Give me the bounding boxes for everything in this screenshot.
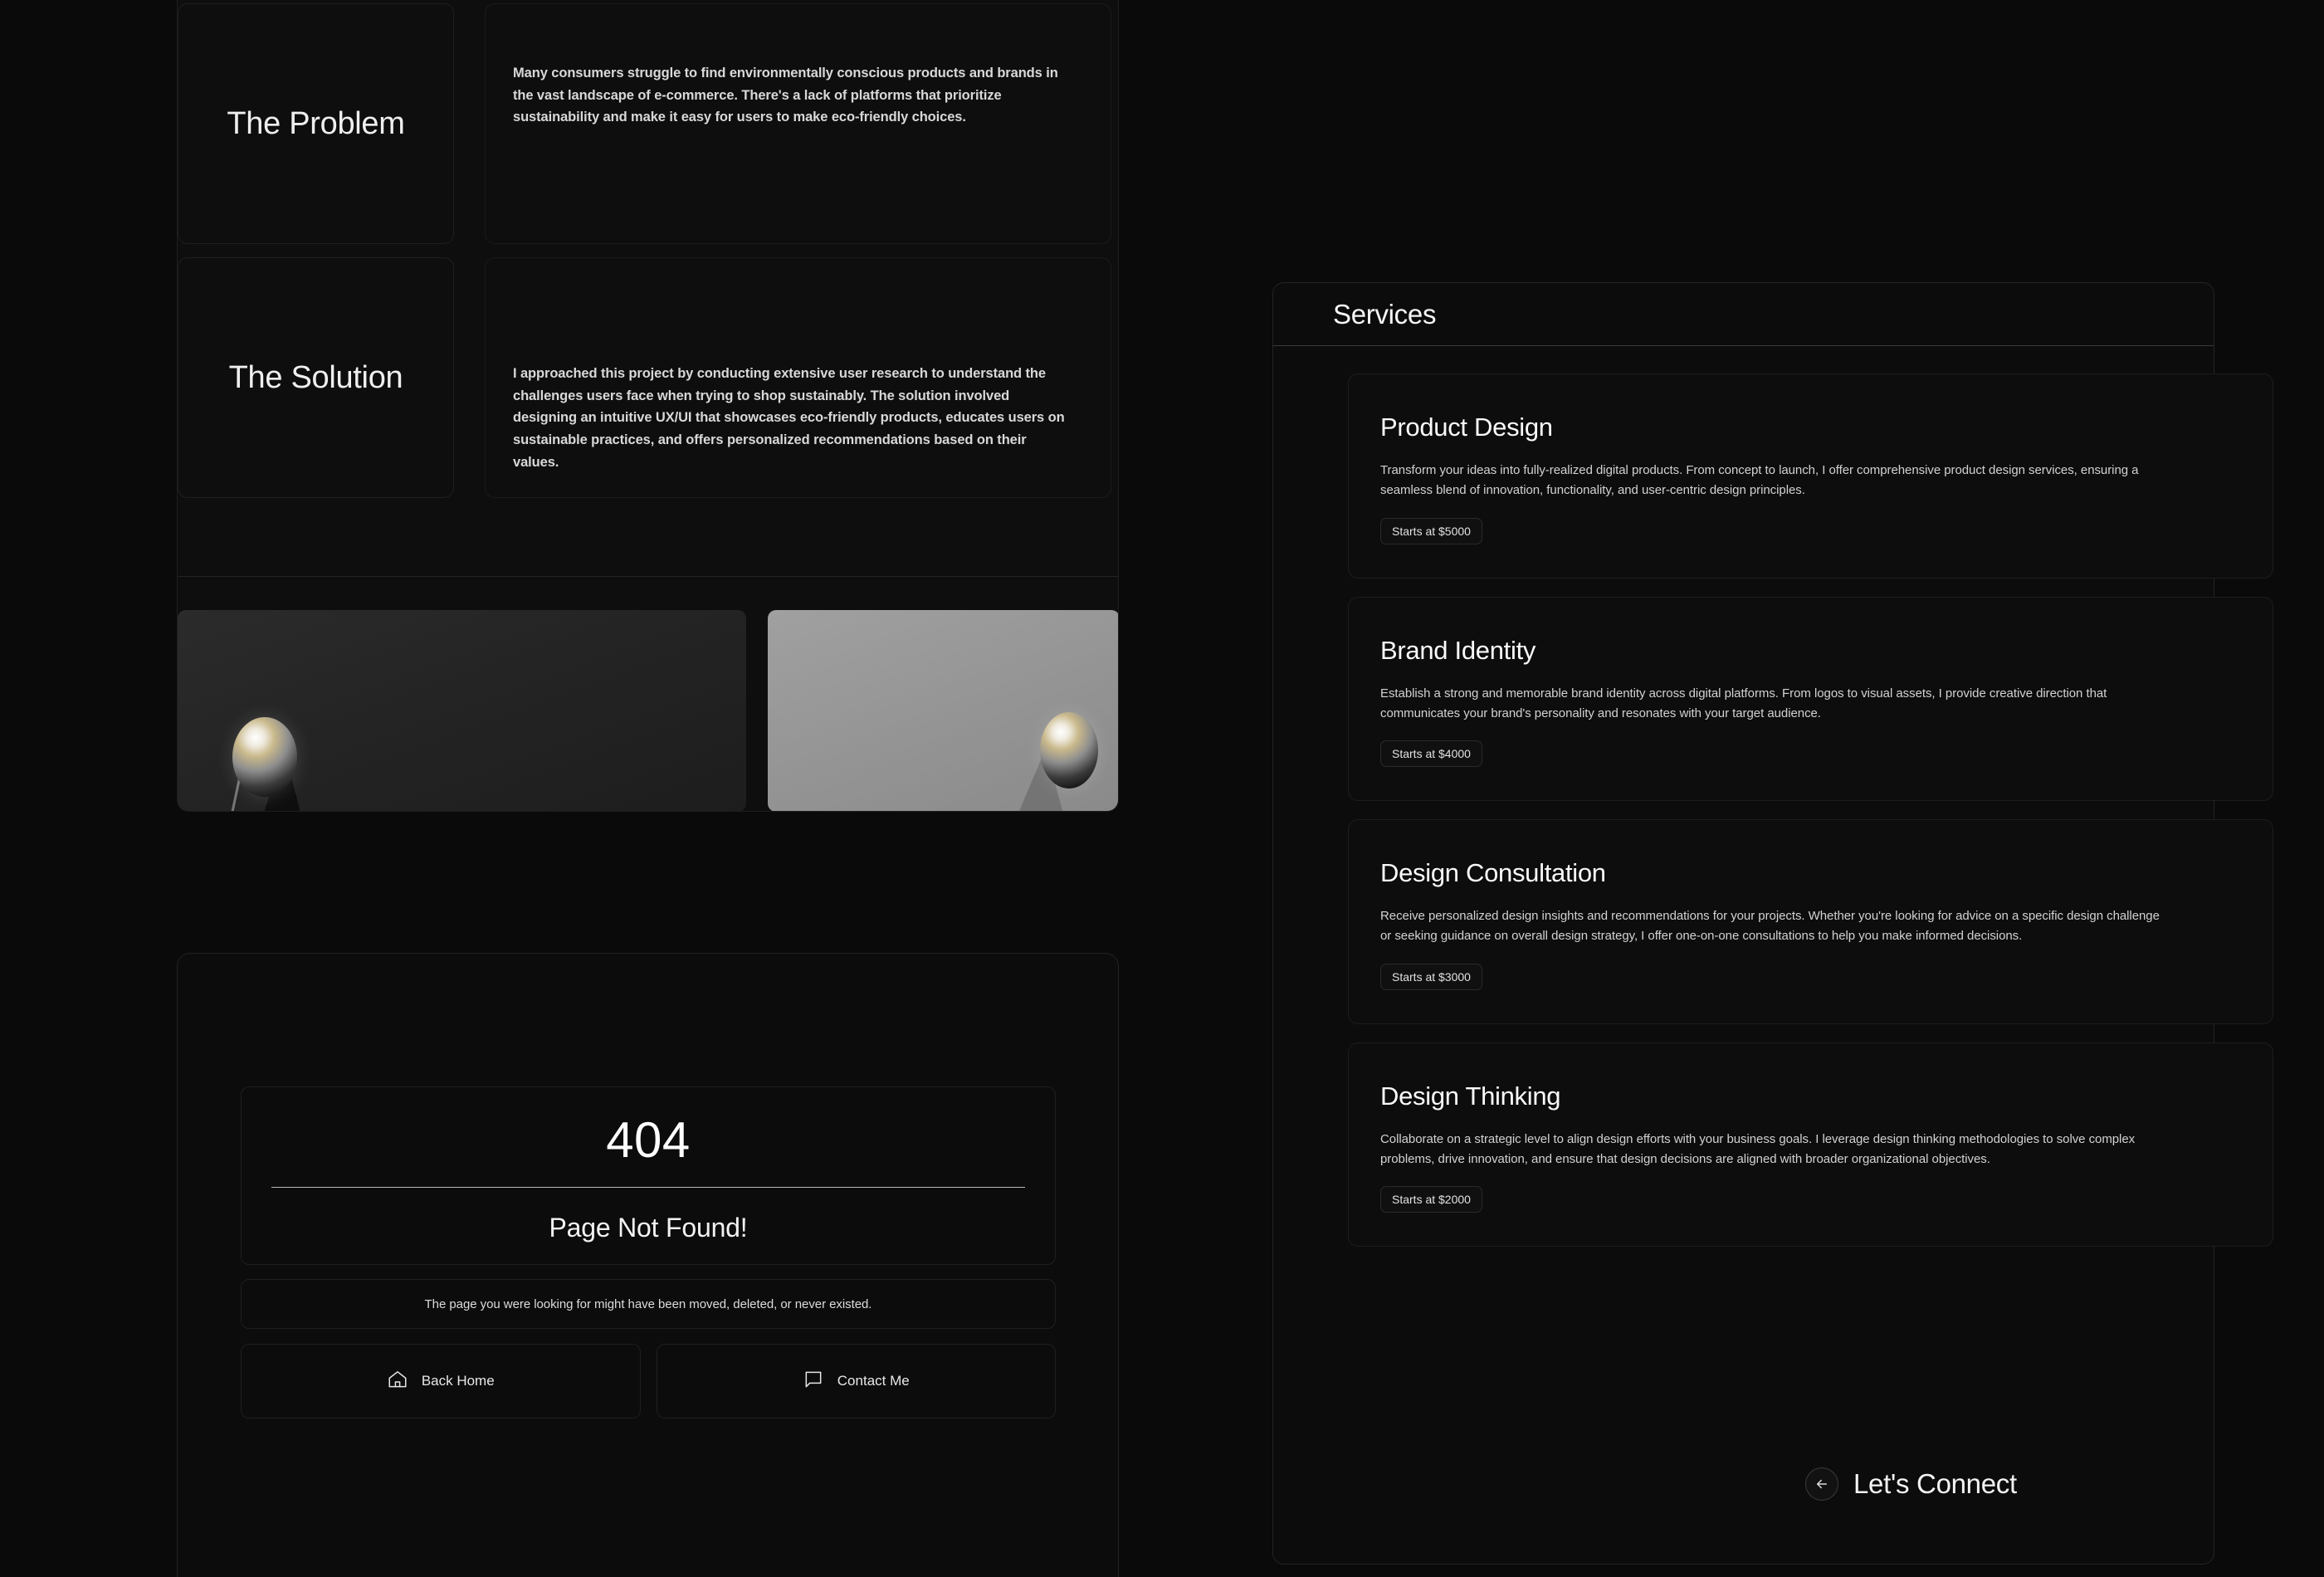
service-card-brand-identity[interactable]: Brand Identity Establish a strong and me…	[1348, 596, 2273, 802]
problem-text: Many consumers struggle to find environm…	[513, 66, 1058, 125]
contact-me-label: Contact Me	[837, 1373, 910, 1389]
arrow-left-icon	[1805, 1467, 1838, 1501]
not-found-card: 404 Page Not Found! The page you were lo…	[177, 953, 1119, 1577]
back-home-label: Back Home	[421, 1373, 495, 1389]
lets-connect-button[interactable]: Let's Connect	[1805, 1467, 2017, 1501]
error-description: The page you were looking for might have…	[424, 1296, 872, 1311]
case-study-row-problem: The Problem Many consumers struggle to f…	[178, 3, 1118, 244]
services-title: Services	[1333, 298, 1437, 330]
services-list: Product Design Transform your ideas into…	[1273, 346, 2273, 1247]
message-icon	[803, 1369, 824, 1394]
gallery-tile-dark[interactable]	[178, 610, 746, 811]
solution-text-cell: I approached this project by conducting …	[485, 257, 1111, 498]
gallery-tile-light[interactable]	[768, 610, 1118, 811]
service-name: Product Design	[1380, 413, 1553, 442]
problem-label-cell: The Problem	[178, 3, 454, 244]
not-found-content: 404 Page Not Found! The page you were lo…	[241, 1086, 1056, 1418]
service-description: Transform your ideas into fully-realized…	[1380, 463, 2139, 498]
not-found-actions: Back Home Contact Me	[241, 1344, 1056, 1418]
chrome-sphere-icon	[1040, 712, 1098, 788]
solution-text: I approached this project by conducting …	[513, 366, 1065, 470]
service-price-badge: Starts at $4000	[1380, 740, 1482, 768]
service-name: Design Thinking	[1380, 1081, 1561, 1111]
chrome-sphere-icon	[232, 717, 297, 797]
lets-connect-label: Let's Connect	[1853, 1468, 2017, 1499]
project-gallery	[178, 610, 1118, 811]
service-name: Design Consultation	[1380, 858, 1606, 888]
problem-label: The Problem	[227, 105, 405, 141]
case-study-row-solution: The Solution I approached this project b…	[178, 257, 1118, 498]
contact-me-button[interactable]: Contact Me	[656, 1344, 1056, 1418]
service-price-badge: Starts at $5000	[1380, 517, 1482, 544]
case-study-panel: The Problem Many consumers struggle to f…	[177, 0, 1119, 812]
solution-label-cell: The Solution	[178, 257, 454, 498]
page-root: The Problem Many consumers struggle to f…	[0, 0, 2324, 1577]
not-found-hero: 404 Page Not Found!	[241, 1086, 1056, 1265]
services-panel: Services Product Design Transform your i…	[1272, 282, 2273, 1565]
service-description: Receive personalized design insights and…	[1380, 909, 2160, 944]
error-code: 404	[606, 1112, 691, 1168]
problem-text-cell: Many consumers struggle to find environm…	[485, 3, 1111, 244]
error-headline: Page Not Found!	[549, 1213, 748, 1243]
service-name: Brand Identity	[1380, 635, 1536, 665]
service-description: Collaborate on a strategic level to alig…	[1380, 1131, 2136, 1167]
solution-label: The Solution	[228, 359, 403, 395]
services-header: Services	[1273, 283, 2214, 346]
service-card-product-design[interactable]: Product Design Transform your ideas into…	[1348, 374, 2273, 579]
service-card-design-consultation[interactable]: Design Consultation Receive personalized…	[1348, 819, 2273, 1024]
home-icon	[387, 1369, 408, 1394]
case-study-grid: The Problem Many consumers struggle to f…	[178, 0, 1118, 573]
service-price-badge: Starts at $3000	[1380, 963, 1482, 990]
not-found-description-box: The page you were looking for might have…	[241, 1279, 1056, 1329]
panel-divider	[178, 576, 1118, 577]
back-home-button[interactable]: Back Home	[241, 1344, 641, 1418]
service-card-design-thinking[interactable]: Design Thinking Collaborate on a strateg…	[1348, 1042, 2273, 1247]
service-price-badge: Starts at $2000	[1380, 1186, 1482, 1213]
service-description: Establish a strong and memorable brand i…	[1380, 686, 2107, 720]
